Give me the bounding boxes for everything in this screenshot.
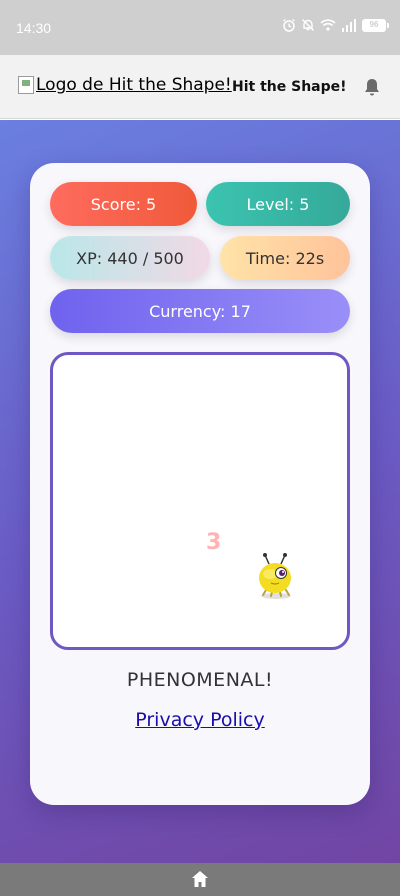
- alarm-icon: [283, 18, 295, 32]
- app-title: Hit the Shape!: [232, 79, 347, 95]
- wifi-icon: [320, 19, 336, 31]
- nav-bar: [0, 863, 400, 896]
- logo-link[interactable]: Logo de Hit the Shape!: [18, 75, 232, 95]
- feedback-message: PHENOMENAL!: [126, 669, 274, 691]
- bell-icon[interactable]: [362, 77, 382, 97]
- countdown-number: 3: [206, 530, 222, 555]
- mute-icon: [302, 19, 314, 31]
- level-badge: Level: 5: [206, 182, 350, 226]
- currency-badge: Currency: 17: [50, 289, 350, 333]
- privacy-policy-link[interactable]: Privacy Policy: [0, 709, 400, 731]
- signal-icon: [342, 18, 356, 32]
- score-badge: Score: 5: [50, 182, 197, 226]
- time-badge: Time: 22s: [220, 236, 350, 280]
- game-area[interactable]: [50, 352, 350, 650]
- xp-badge: XP: 440 / 500: [50, 236, 210, 280]
- yellow-bug-character[interactable]: [254, 552, 298, 600]
- status-icons: 96: [282, 18, 389, 32]
- home-icon[interactable]: [190, 869, 210, 889]
- broken-image-icon: [18, 76, 34, 94]
- status-time: 14:30: [16, 20, 52, 36]
- battery-icon: 96: [362, 18, 389, 32]
- logo-alt-text: Logo de Hit the Shape!: [36, 75, 232, 95]
- status-bar: 14:30 96: [0, 0, 400, 55]
